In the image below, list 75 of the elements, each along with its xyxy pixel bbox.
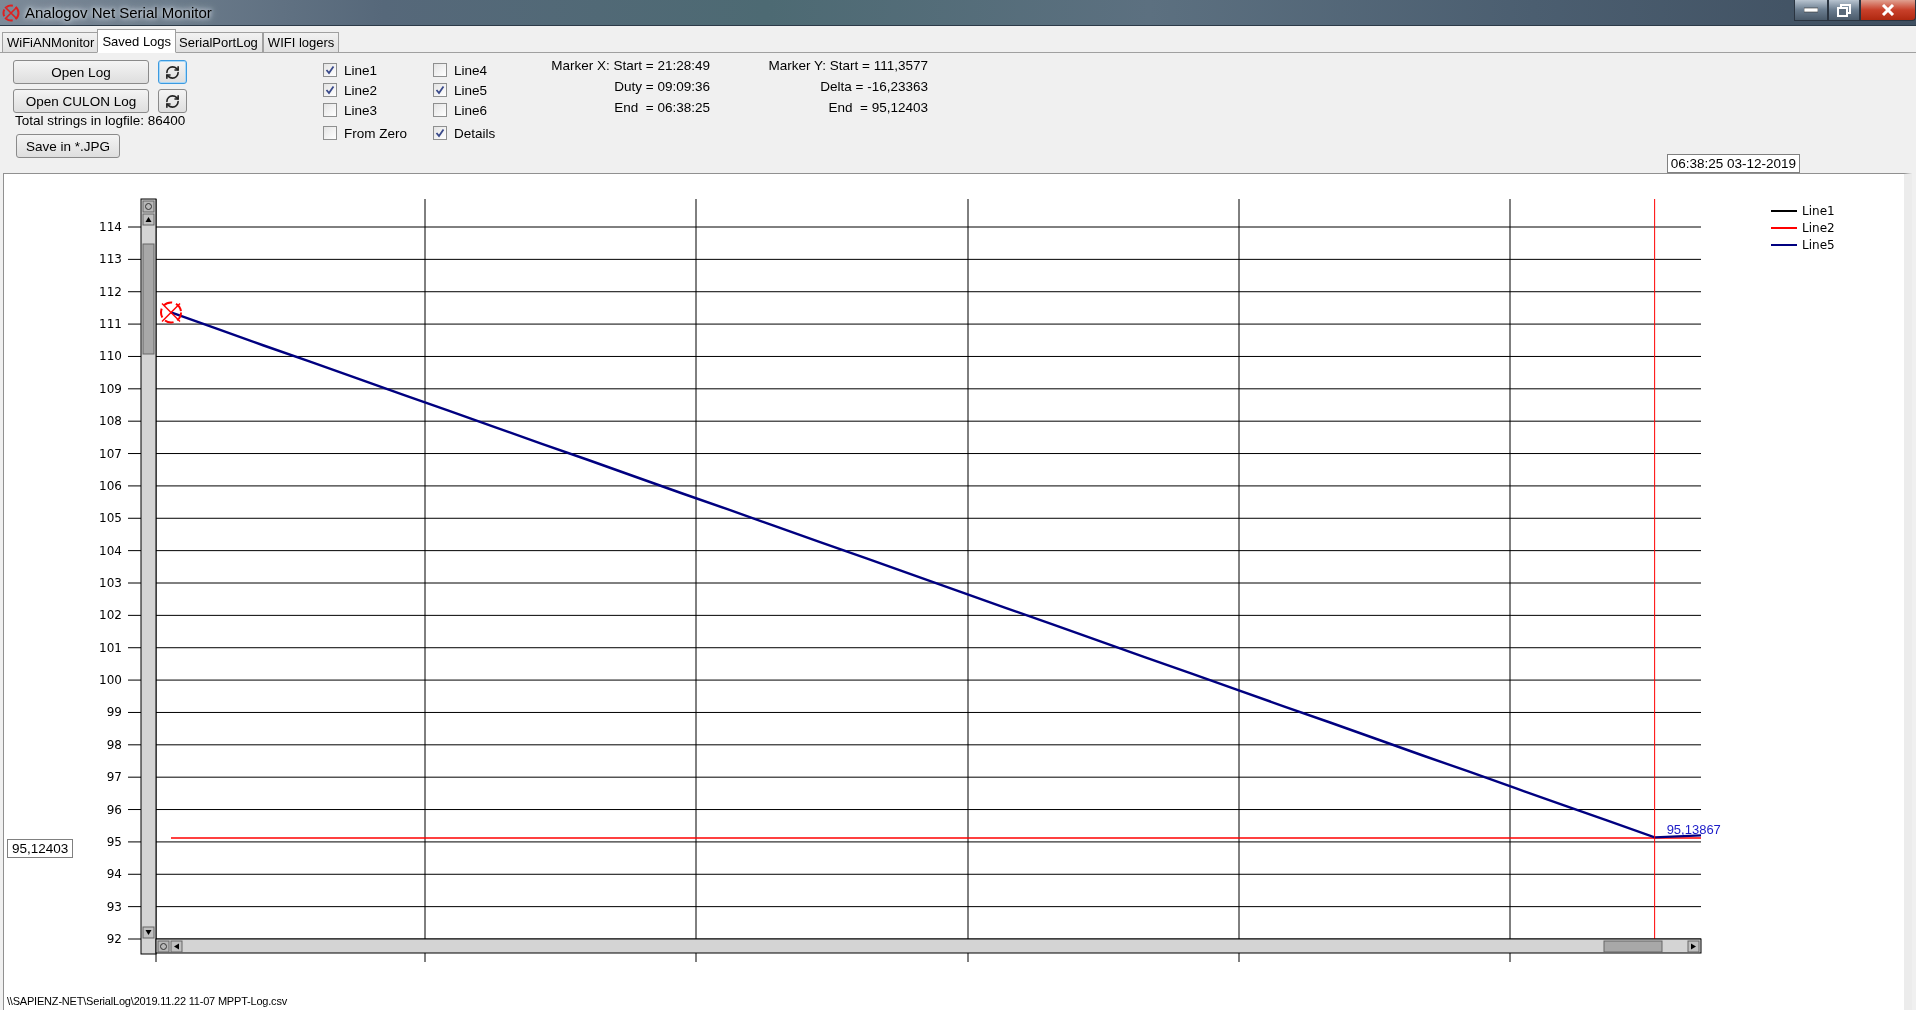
marker-x-text: End = 06:38:25 <box>614 99 710 117</box>
marker-crosshair-icon[interactable] <box>160 301 182 324</box>
marker-x-text: Duty = 09:09:36 <box>614 78 710 96</box>
y-tick-label: 93 <box>106 899 122 914</box>
refresh-icon <box>165 93 180 109</box>
checkbox[interactable] <box>323 103 337 117</box>
y-tick-label: 111 <box>99 317 122 332</box>
minimize-button[interactable] <box>1794 0 1828 21</box>
file-path-text: \\SAPIENZ-NET\SerialLog\2019.11.22 11-07 MPPT-Log.csv <box>7 995 289 1007</box>
checkbox[interactable] <box>433 83 447 97</box>
tab[interactable]: WiFiANMonitor <box>2 32 100 52</box>
refresh-button[interactable] <box>158 60 187 84</box>
tab[interactable]: WIFI logers <box>262 32 340 52</box>
restore-icon <box>1837 3 1851 17</box>
checkbox-label[interactable]: Details <box>454 125 496 141</box>
open-log-button[interactable]: Open Log <box>13 60 149 84</box>
checkbox[interactable] <box>323 83 337 97</box>
marker-y-text: Delta = -16,23363 <box>820 78 928 96</box>
y-tick-label: 103 <box>99 576 122 590</box>
y-tick-label: 108 <box>99 414 122 429</box>
y-tick-label: 100 <box>99 673 122 688</box>
checkbox[interactable] <box>433 63 447 77</box>
checkbox-label[interactable]: Line6 <box>454 102 488 118</box>
marker-y-text: Marker Y: Start = 111,3577 <box>768 57 928 75</box>
y-tick-label: 96 <box>106 802 122 817</box>
vertical-scrollbar[interactable] <box>140 198 157 955</box>
checkbox-label[interactable]: Line1 <box>344 62 378 78</box>
open-log-button[interactable]: Open CULON Log <box>13 89 149 113</box>
legend-label: Line2 <box>1802 221 1835 235</box>
y-tick-label: 94 <box>106 867 122 882</box>
y-tick-label: 95 <box>106 834 122 849</box>
y-tick-label: 107 <box>99 446 122 461</box>
y-tick-label: 109 <box>99 381 122 396</box>
value-readout: 95,12403 <box>7 839 74 858</box>
checkbox[interactable] <box>433 126 447 140</box>
y-tick-label: 114 <box>99 220 122 234</box>
crosshair-icon <box>2 3 20 22</box>
marker-y-text: End = 95,12403 <box>828 99 928 117</box>
checkbox-label[interactable]: From Zero <box>344 125 407 141</box>
y-tick-label: 104 <box>99 543 122 558</box>
checkbox-label[interactable]: Line4 <box>454 62 488 78</box>
horizontal-scrollbar[interactable] <box>155 938 1702 954</box>
y-tick-label: 105 <box>99 511 122 526</box>
y-tick-label: 113 <box>99 252 122 267</box>
y-tick-label: 99 <box>106 705 122 720</box>
checkbox[interactable] <box>323 126 337 140</box>
y-tick-label: 98 <box>106 737 122 752</box>
tab[interactable]: Saved Logs <box>97 29 177 53</box>
refresh-button[interactable] <box>158 89 187 113</box>
checkbox[interactable] <box>323 63 337 77</box>
time-readout: 06:38:25 03-12-2019 <box>1666 154 1800 173</box>
maximize-button[interactable] <box>1828 0 1860 21</box>
y-tick-label: 97 <box>106 770 122 785</box>
tab[interactable]: SerialPortLog <box>174 32 263 52</box>
point-value-label: 95,13867 <box>1666 822 1721 838</box>
minimize-icon <box>1804 7 1818 13</box>
checkbox-label[interactable]: Line5 <box>454 82 488 98</box>
legend-label: Line1 <box>1802 204 1835 218</box>
y-tick-label: 112 <box>99 284 122 299</box>
y-tick-label: 110 <box>99 349 122 364</box>
y-tick-label: 101 <box>99 640 122 655</box>
close-button[interactable] <box>1860 0 1916 21</box>
checkbox-label[interactable]: Line2 <box>344 82 378 98</box>
checkbox-label[interactable]: Line3 <box>344 102 378 118</box>
marker-x-text: Marker X: Start = 21:28:49 <box>551 57 710 75</box>
refresh-icon <box>165 64 180 80</box>
total-strings-text: Total strings in logfile: 86400 <box>15 113 187 128</box>
y-tick-label: 92 <box>106 932 122 946</box>
save-jpg-button[interactable]: Save in *.JPG <box>16 134 120 158</box>
close-icon <box>1881 4 1895 16</box>
window-title: Analogov Net Serial Monitor <box>25 4 212 21</box>
y-tick-label: 106 <box>99 478 122 493</box>
legend-label: Line5 <box>1802 238 1835 252</box>
y-tick-label: 102 <box>99 608 122 623</box>
checkbox[interactable] <box>433 103 447 117</box>
